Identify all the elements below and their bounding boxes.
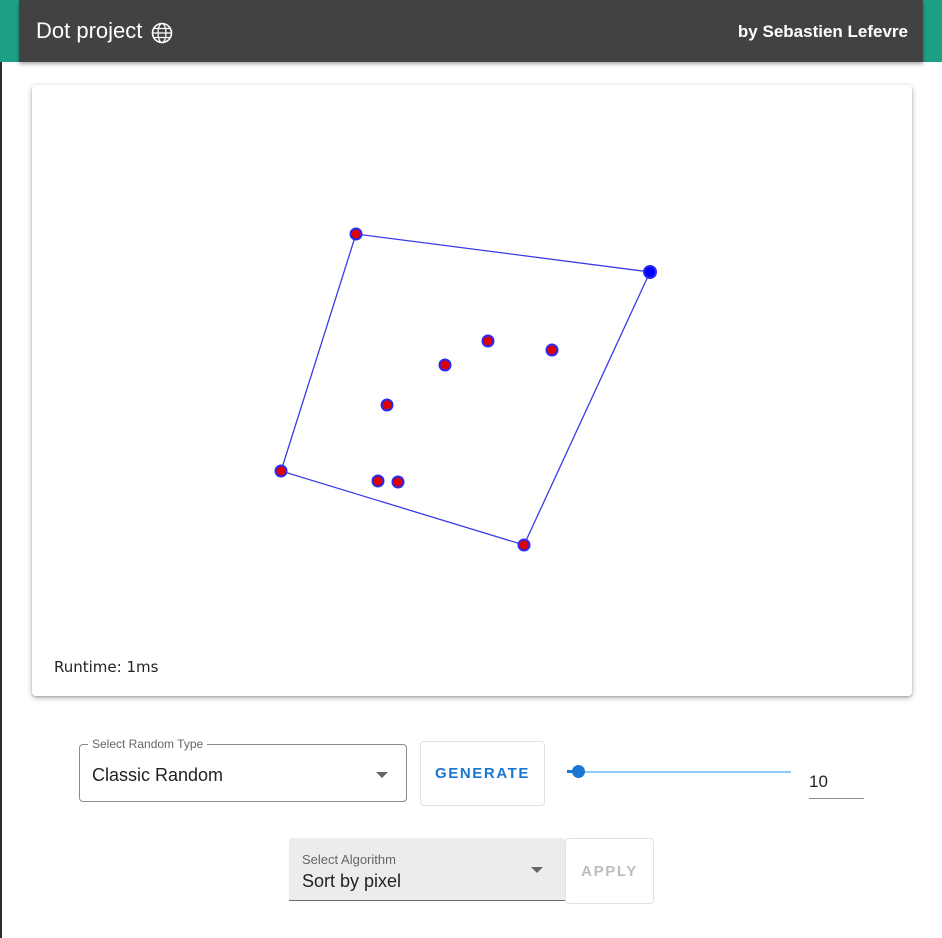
point-count-slider-track[interactable] [578,771,791,773]
apply-button[interactable]: APPLY [565,838,654,904]
convex-hull [280,233,651,546]
algorithm-select[interactable]: Select Algorithm Sort by pixel [289,838,565,901]
accent-bar-left [0,0,19,62]
dot [438,358,452,372]
dot-canvas[interactable] [32,85,912,696]
accent-bar-right [923,0,942,62]
point-count-input[interactable]: 10 [809,768,864,799]
dot-canvas-card: Runtime: 1ms [32,85,912,696]
algorithm-label: Select Algorithm [302,852,396,867]
algorithm-value: Sort by pixel [302,871,402,891]
dropdown-arrow-icon [531,867,543,873]
globe-icon[interactable] [151,22,173,44]
dot [481,334,495,348]
app-bar: Dot project by Sebastien Lefevre [19,0,923,62]
point-count-slider-thumb[interactable] [572,765,585,778]
dot [391,475,405,489]
random-type-select[interactable]: Select Random Type Classic Random [79,737,407,802]
dot [380,398,394,412]
dot [517,538,531,552]
point-count-value: 10 [809,772,828,791]
dot [349,227,363,241]
dot-selected [643,265,657,279]
random-type-label: Select Random Type [88,737,208,751]
dropdown-arrow-icon [376,772,388,778]
window-left-border [0,62,2,938]
random-type-value: Classic Random [92,765,224,785]
dot [545,343,559,357]
generate-button[interactable]: GENERATE [420,741,545,806]
runtime-label: Runtime: 1ms [54,658,159,676]
dot [274,464,288,478]
dot [371,474,385,488]
author-credit: by Sebastien Lefevre [737,22,908,41]
app-title: Dot project [36,18,143,43]
